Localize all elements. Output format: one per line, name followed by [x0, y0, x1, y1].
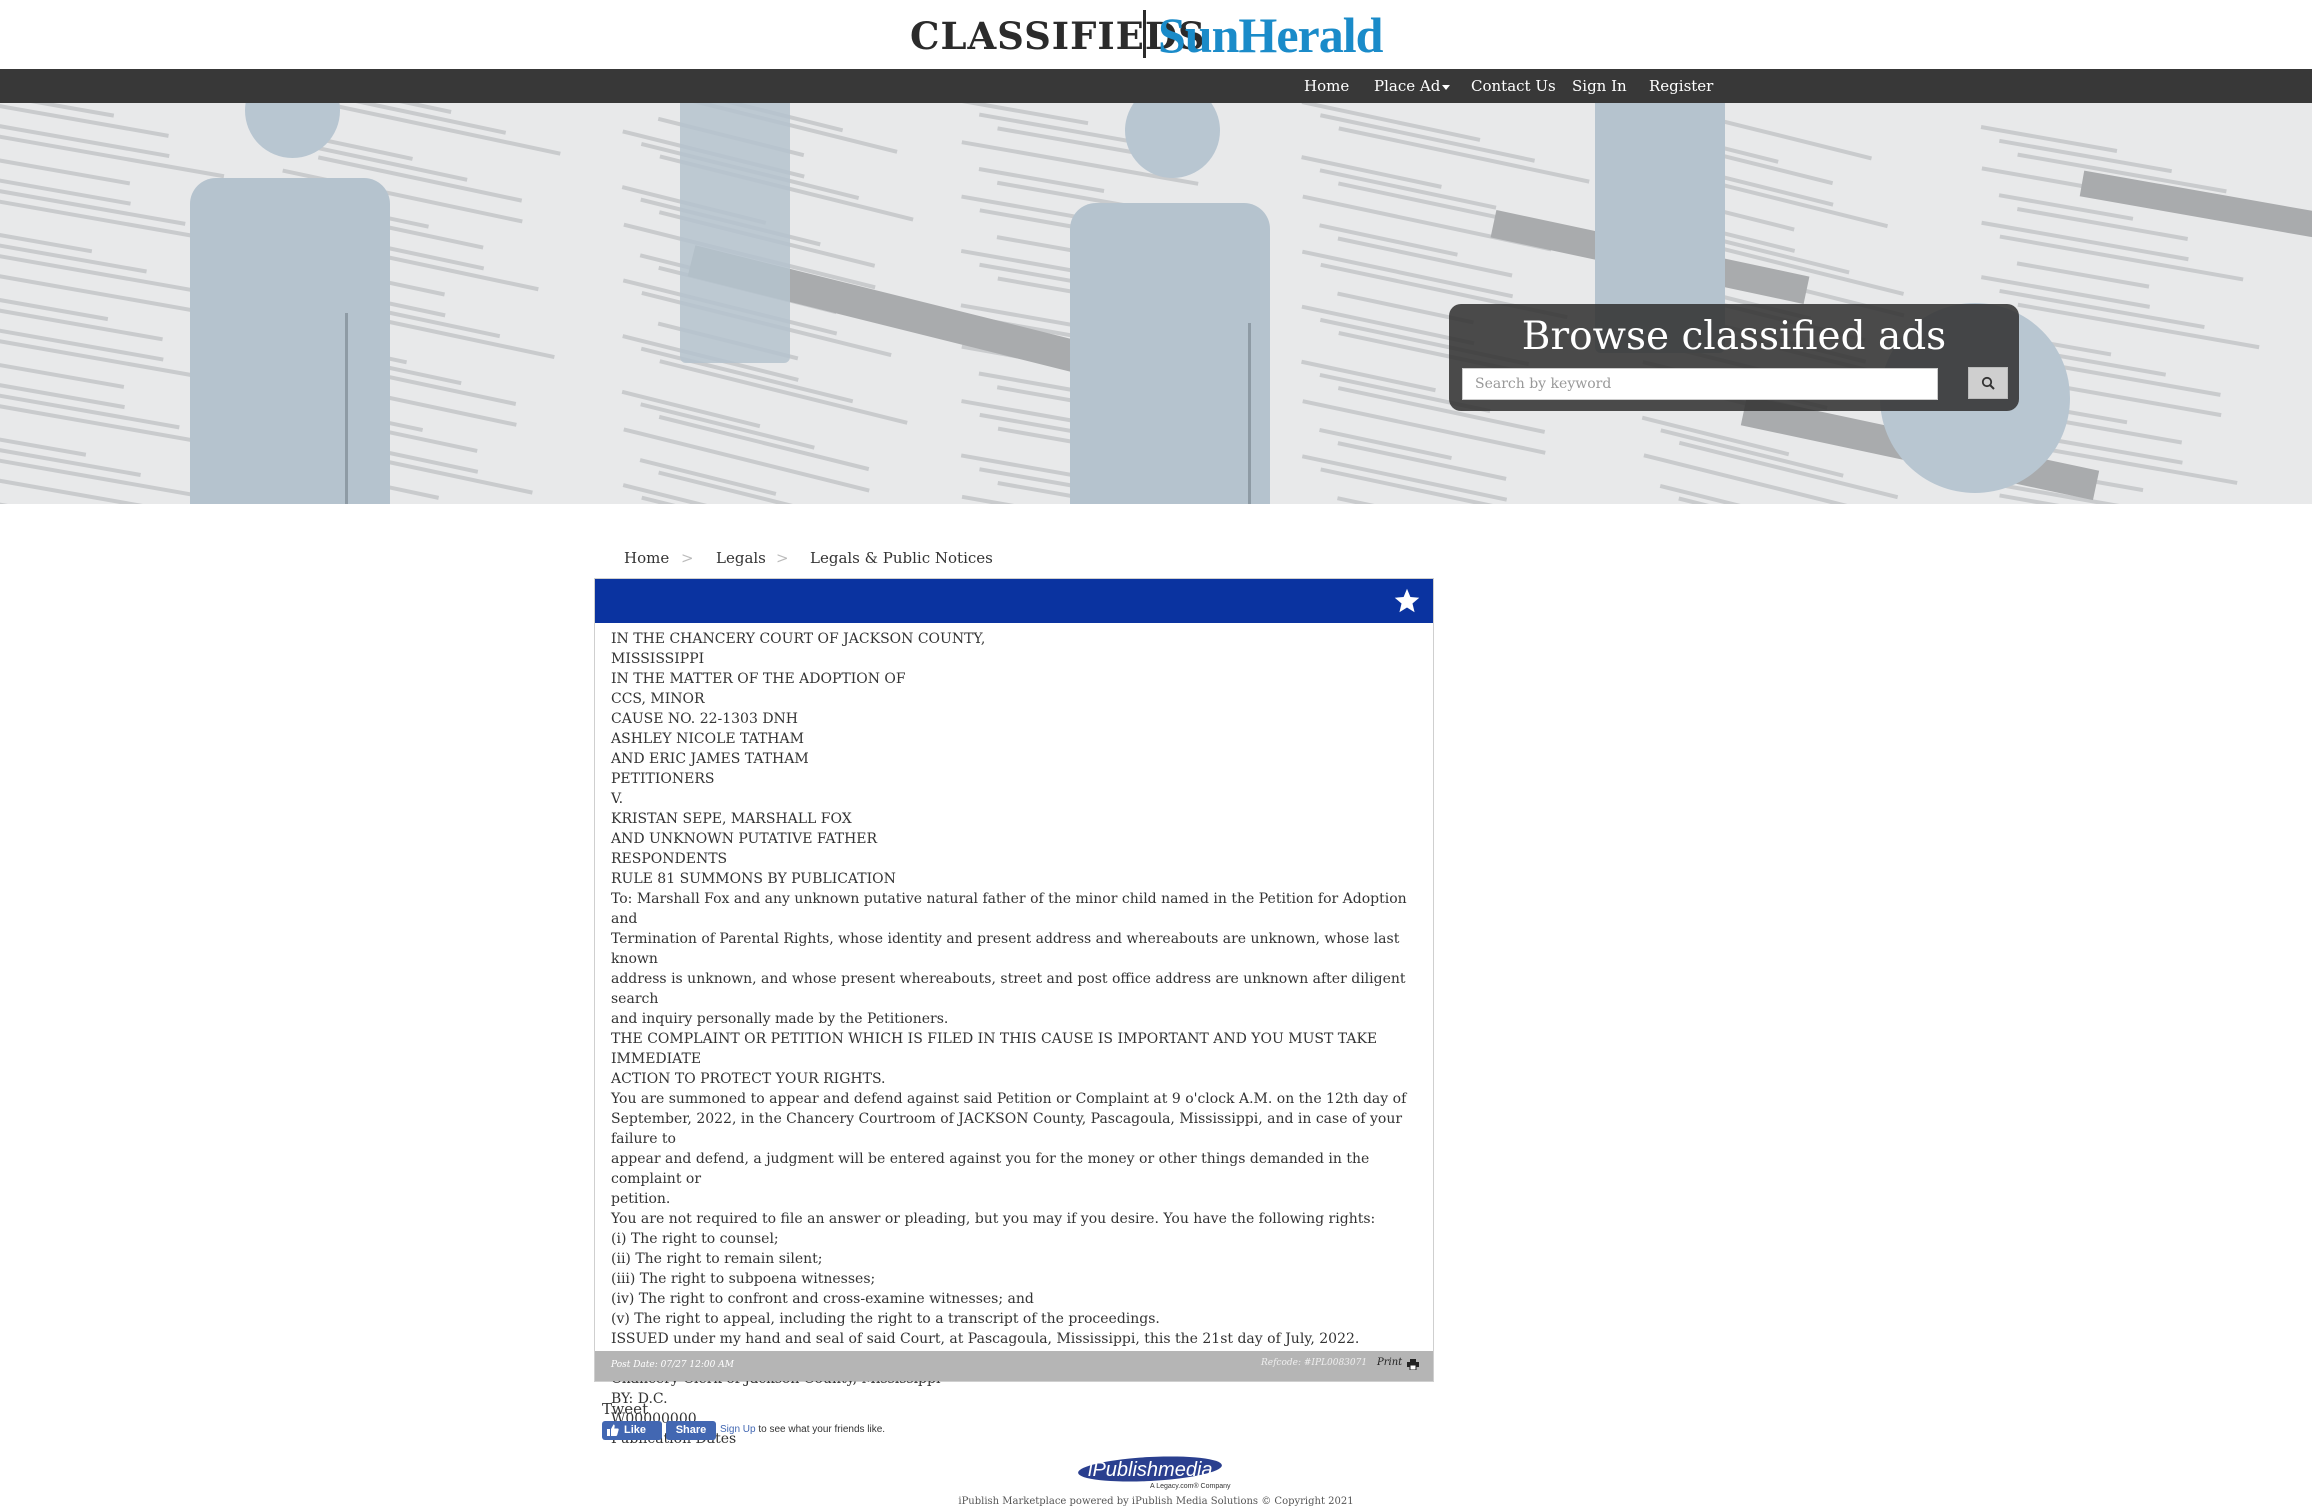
newspaper-text-line	[0, 290, 109, 322]
listing-line: RULE 81 SUMMONS BY PUBLICATION	[611, 871, 896, 887]
person-figure	[680, 103, 790, 363]
facebook-like-label: Like	[624, 1424, 647, 1436]
listing-line: (iv) The right to confront and cross-exa…	[611, 1291, 1034, 1307]
hero-title: Browse classified ads	[1521, 314, 1947, 359]
listing-line: PETITIONERS	[611, 771, 715, 787]
newspaper-text-line	[1337, 441, 1507, 481]
listing-line: CAUSE NO. 22-1303 DNH	[611, 711, 798, 727]
print-link[interactable]: Print	[1377, 1357, 1402, 1368]
newspaper-text-line	[0, 332, 219, 382]
tweet-button[interactable]: Tweet	[602, 1400, 648, 1418]
listing-card: IN THE CHANCERY COURT OF JACKSON COUNTY,…	[594, 578, 1434, 1447]
breadcrumb-legals-public-notices[interactable]: Legals & Public Notices	[810, 549, 993, 567]
newspaper-text-line	[1301, 454, 1508, 502]
listing-line: KRISTAN SEPE, MARSHALL FOX	[611, 811, 852, 827]
printer-icon[interactable]	[1407, 1359, 1419, 1370]
facebook-like-button[interactable]: Like	[602, 1421, 662, 1440]
newspaper-text-line	[0, 359, 125, 389]
listing-line: BY: D.C.	[611, 1391, 668, 1407]
nav-home[interactable]: Home	[1304, 69, 1349, 103]
newspaper-text-line	[0, 154, 131, 186]
main-nav: Home Place Ad Contact Us Sign In Registe…	[0, 69, 2312, 103]
listing-line: (ii) The right to remain silent;	[611, 1251, 823, 1267]
listing-line: THE COMPLAINT OR PETITION WHICH IS FILED…	[611, 1031, 1382, 1067]
facebook-signup-link[interactable]: Sign Up	[720, 1424, 756, 1435]
refcode: Refcode: #IPL0083071	[1261, 1358, 1368, 1368]
listing-footer: Post Date: 07/27 12:00 AM Refcode: #IPL0…	[595, 1351, 1433, 1381]
listing-line: (v) The right to appeal, including the r…	[611, 1311, 1160, 1327]
person-figure	[1070, 103, 1270, 504]
nav-contact-us[interactable]: Contact Us	[1471, 69, 1556, 103]
newspaper-text-line	[0, 454, 196, 498]
newspaper-text-line	[640, 402, 815, 450]
person-figure	[190, 103, 390, 504]
listing-line: and inquiry personally made by the Petit…	[611, 1011, 949, 1027]
newspaper-text-line	[0, 250, 202, 294]
breadcrumb-separator: >	[681, 549, 694, 567]
newspaper-text-line	[1301, 249, 1514, 299]
nav-register[interactable]: Register	[1649, 69, 1713, 103]
listing-line: MISSISSIPPI	[611, 651, 705, 667]
listing-header	[595, 579, 1433, 623]
sunherald-logo[interactable]: SunHerald	[1158, 6, 1383, 64]
listing-line: (iii) The right to subpoena witnesses;	[611, 1271, 876, 1287]
newspaper-text-line	[0, 468, 197, 504]
logo-main-text: iPublishmedia	[1088, 1459, 1213, 1481]
listing-line: CCS, MINOR	[611, 691, 705, 707]
listing-line: Termination of Parental Rights, whose id…	[611, 931, 1404, 967]
ipublish-media-logo[interactable]: iPublishmedia A Legacy.com® Company	[1078, 1455, 1234, 1491]
nav-place-ad-label: Place Ad	[1374, 77, 1441, 95]
listing-line: petition.	[611, 1191, 671, 1207]
thumbs-up-icon	[607, 1424, 619, 1436]
listing-line: address is unknown, and whose present wh…	[611, 971, 1410, 1007]
post-date: Post Date: 07/27 12:00 AM	[611, 1360, 734, 1370]
listing-body: IN THE CHANCERY COURT OF JACKSON COUNTY,…	[611, 629, 1423, 1449]
site-header: CLASSIFIEDS SunHerald	[0, 0, 2312, 69]
breadcrumb-separator: >	[776, 549, 789, 567]
listing-line: ACTION TO PROTECT YOUR RIGHTS.	[611, 1071, 886, 1087]
listing-line: V.	[611, 791, 624, 807]
listing-line: appear and defend, a judgment will be en…	[611, 1151, 1374, 1187]
breadcrumb-legals[interactable]: Legals	[716, 549, 766, 567]
listing-line: September, 2022, in the Chancery Courtro…	[611, 1111, 1407, 1147]
listing-line: AND ERIC JAMES TATHAM	[611, 751, 809, 767]
facebook-share-button[interactable]: Share	[666, 1421, 716, 1440]
logo-divider	[1143, 10, 1146, 58]
listing-line: You are not required to file an answer o…	[611, 1211, 1376, 1227]
newspaper-text-line	[1981, 220, 2189, 262]
listing-line: ASHLEY NICOLE TATHAM	[611, 731, 804, 747]
breadcrumb-home[interactable]: Home	[624, 549, 669, 567]
listing-line: (i) The right to counsel;	[611, 1231, 779, 1247]
listing-line: RESPONDENTS	[611, 851, 728, 867]
listing-line: You are summoned to appear and defend ag…	[611, 1091, 1407, 1107]
newspaper-text-line	[1301, 103, 1481, 142]
logo-sub-text: A Legacy.com® Company	[1150, 1482, 1231, 1490]
newspaper-text-line	[659, 359, 908, 425]
listing-line: IN THE MATTER OF THE ADOPTION OF	[611, 671, 906, 687]
listing-line: AND UNKNOWN PUTATIVE FATHER	[611, 831, 878, 847]
caret-down-icon	[1442, 84, 1451, 90]
footer-copyright: iPublish Marketplace powered by iPublish…	[958, 1496, 1354, 1507]
search-panel: Browse classified ads	[1449, 304, 2019, 411]
listing-line: ISSUED under my hand and seal of said Co…	[611, 1331, 1360, 1347]
facebook-signup-text: Sign Up to see what your friends like.	[720, 1424, 885, 1435]
newspaper-text-line	[1319, 113, 1536, 163]
facebook-signup-suffix: to see what your friends like.	[758, 1424, 886, 1435]
newspaper-heading-bar	[2079, 170, 2312, 242]
star-icon[interactable]	[1393, 587, 1421, 615]
search-button[interactable]	[1968, 367, 2008, 399]
listing-line: To: Marshall Fox and any unknown putativ…	[611, 891, 1412, 927]
search-input[interactable]	[1462, 368, 1938, 400]
newspaper-text-line	[1999, 234, 2244, 282]
nav-sign-in[interactable]: Sign In	[1572, 69, 1627, 103]
nav-place-ad[interactable]: Place Ad	[1374, 69, 1451, 103]
listing-line: IN THE CHANCERY COURT OF JACKSON COUNTY,	[611, 631, 986, 647]
search-icon	[1981, 376, 1995, 390]
